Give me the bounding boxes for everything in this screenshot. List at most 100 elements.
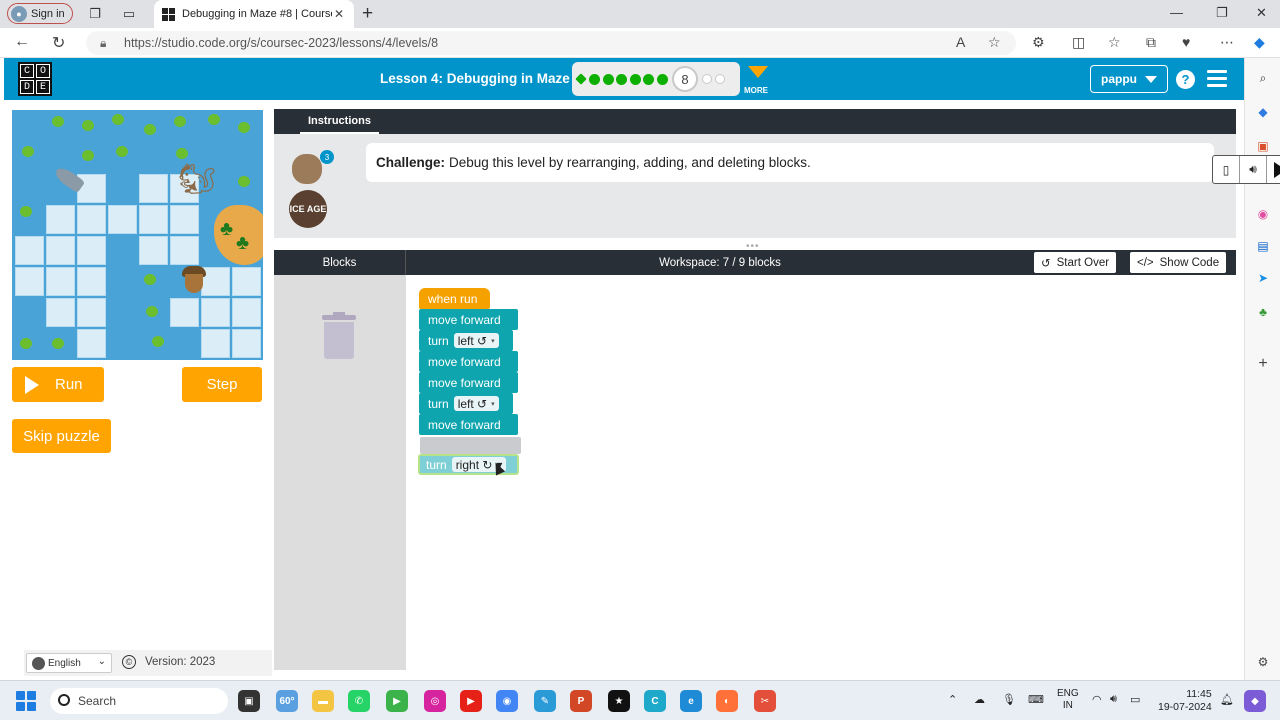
new-tab-icon[interactable]: + <box>362 3 373 25</box>
help-button[interactable]: ? <box>1176 70 1195 89</box>
microphone-icon[interactable]: 🎙︎ <box>1002 693 1016 706</box>
sidebar-outlook-icon[interactable]: ▤ <box>1255 238 1271 254</box>
move-forward-block[interactable]: move forward <box>419 351 518 372</box>
signin-button[interactable]: ● Sign in <box>7 3 73 24</box>
sidebar-add-icon[interactable]: + <box>1255 355 1271 372</box>
instagram-icon[interactable]: ◎ <box>424 690 446 712</box>
progress-level-todo[interactable] <box>702 74 712 84</box>
firefox-icon[interactable]: ◐ <box>716 690 738 712</box>
snipping-tool-icon[interactable]: ✂ <box>754 690 776 712</box>
edit-app-icon[interactable]: ✎ <box>534 690 556 712</box>
favorite-star-icon[interactable]: ☆ <box>988 34 1001 51</box>
more-label[interactable]: MORE <box>744 86 768 95</box>
progress-level-todo[interactable] <box>715 74 725 84</box>
progress-level-done[interactable] <box>643 73 654 85</box>
progress-level-done[interactable] <box>602 73 614 85</box>
sidebar-settings-icon[interactable]: ⚙ <box>1255 654 1271 670</box>
youtube-icon[interactable]: ▶ <box>460 690 482 712</box>
sidebar-shopping-icon[interactable]: ◆ <box>1255 104 1271 120</box>
direction-value: left ↺ <box>457 333 488 348</box>
minimize-icon[interactable]: — <box>1170 5 1183 20</box>
keyboard-icon[interactable]: ⌨ <box>1028 693 1044 706</box>
active-browser-tab[interactable]: Debugging in Maze #8 | Course C ✕ <box>154 0 354 28</box>
trash-can-icon[interactable] <box>322 312 356 361</box>
copilot-taskbar-icon[interactable]: ◆ <box>1244 690 1266 712</box>
task-view-icon[interactable]: ▣ <box>238 690 260 712</box>
tray-cloud-icon[interactable]: ☁ <box>974 693 985 706</box>
copilot-icon[interactable]: ◆ <box>1254 34 1265 51</box>
wifi-icon[interactable]: ◠ <box>1092 693 1102 706</box>
progress-level-done[interactable] <box>575 73 587 85</box>
close-window-icon[interactable]: ✕ <box>1256 5 1267 21</box>
reading-mode-icon[interactable]: ▯ <box>1213 156 1240 183</box>
read-aloud-icon[interactable]: A <box>956 34 965 50</box>
maximize-icon[interactable]: ❐ <box>1216 5 1228 21</box>
play-store-icon[interactable]: ▶ <box>386 690 408 712</box>
back-icon[interactable]: ← <box>14 33 30 51</box>
sidebar-search-icon[interactable]: ⌕ <box>1255 70 1271 86</box>
move-forward-block[interactable]: move forward <box>419 414 518 435</box>
copyright-icon[interactable]: © <box>122 655 136 669</box>
sidebar-send-icon[interactable]: ➤ <box>1255 270 1271 286</box>
progress-level-done[interactable] <box>589 73 600 85</box>
code-workspace[interactable] <box>406 275 1236 670</box>
volume-icon[interactable]: 🔊︎ <box>1110 693 1117 706</box>
disney-hotstar-icon[interactable]: ★ <box>608 690 630 712</box>
progress-level-done[interactable] <box>656 73 668 85</box>
show-code-button[interactable]: </> Show Code <box>1130 252 1227 273</box>
taskbar-search[interactable]: Search <box>50 688 228 714</box>
windows-start-icon[interactable] <box>16 691 36 711</box>
progress-level-done[interactable] <box>629 73 641 85</box>
run-button[interactable]: Run <box>12 367 104 402</box>
play-audio-button[interactable] <box>1267 156 1280 183</box>
input-language-indicator[interactable]: ENG IN <box>1057 688 1079 712</box>
tab-actions-icon[interactable]: ▭ <box>120 5 138 23</box>
battery-icon[interactable]: ▭ <box>1130 693 1140 706</box>
turn-left-block[interactable]: turn left ↺ ▾ <box>419 393 513 414</box>
powerpoint-icon[interactable]: P <box>570 690 592 712</box>
more-chevron-icon[interactable] <box>748 66 768 78</box>
close-tab-icon[interactable]: ✕ <box>334 7 344 21</box>
whatsapp-icon[interactable]: ✆ <box>348 690 370 712</box>
system-clock[interactable]: 11:45 19-07-2024 <box>1158 688 1212 714</box>
sidebar-microsoft365-icon[interactable]: ◉ <box>1255 206 1271 222</box>
direction-dropdown[interactable]: left ↺ ▾ <box>453 333 499 348</box>
notification-icon[interactable]: 🔔︎ <box>1220 693 1234 706</box>
hint-count-badge[interactable]: 3 <box>320 150 334 164</box>
codeorg-logo[interactable]: C O D E <box>18 62 52 96</box>
direction-dropdown[interactable]: left ↺ ▾ <box>453 396 499 411</box>
sidebar-tools-icon[interactable]: ▣ <box>1255 138 1271 154</box>
favorites-icon[interactable]: ☆ <box>1108 34 1121 51</box>
edge-icon[interactable]: e <box>680 690 702 712</box>
workspaces-icon[interactable]: ❐ <box>86 5 104 23</box>
language-select[interactable]: English ⌄ <box>26 653 112 673</box>
user-menu-button[interactable]: pappu <box>1090 65 1168 93</box>
extensions-icon[interactable]: ⚙ <box>1032 34 1045 51</box>
turn-left-block[interactable]: turn left ↺ ▾ <box>419 330 513 351</box>
progress-current-level[interactable]: 8 <box>672 66 698 92</box>
hamburger-menu-icon[interactable] <box>1207 70 1227 87</box>
site-info-icon[interactable]: 🔒︎ <box>100 36 106 51</box>
refresh-icon[interactable]: ↻ <box>52 33 65 53</box>
progress-level-done[interactable] <box>616 73 627 85</box>
canva-icon[interactable]: C <box>644 690 666 712</box>
step-button[interactable]: Step <box>182 367 262 402</box>
when-run-block[interactable]: when run <box>419 288 490 309</box>
chrome-icon[interactable]: ◉ <box>496 690 518 712</box>
lesson-title[interactable]: Lesson 4: Debugging in Maze <box>380 71 570 86</box>
move-forward-block[interactable]: move forward <box>419 309 518 330</box>
split-screen-icon[interactable]: ◫ <box>1072 34 1085 51</box>
tray-overflow-icon[interactable]: ⌃ <box>948 693 957 706</box>
skip-puzzle-button[interactable]: Skip puzzle <box>12 419 111 453</box>
move-forward-block[interactable]: move forward <box>419 372 518 393</box>
sidebar-tree-icon[interactable]: ♣ <box>1255 304 1271 320</box>
weather-icon[interactable]: 60° <box>276 690 298 712</box>
file-explorer-icon[interactable]: ▬ <box>312 690 334 712</box>
collections-icon[interactable]: ⧉ <box>1146 34 1156 51</box>
start-over-button[interactable]: ↺ Start Over <box>1034 252 1117 273</box>
tab-instructions[interactable]: Instructions <box>300 109 379 134</box>
speaker-icon[interactable]: 🔊︎ <box>1240 156 1267 183</box>
url-input[interactable]: https://studio.code.org/s/coursec-2023/l… <box>86 31 1016 55</box>
browser-essentials-icon[interactable]: ♥ <box>1182 34 1190 50</box>
more-options-icon[interactable]: ⋯ <box>1220 34 1234 51</box>
